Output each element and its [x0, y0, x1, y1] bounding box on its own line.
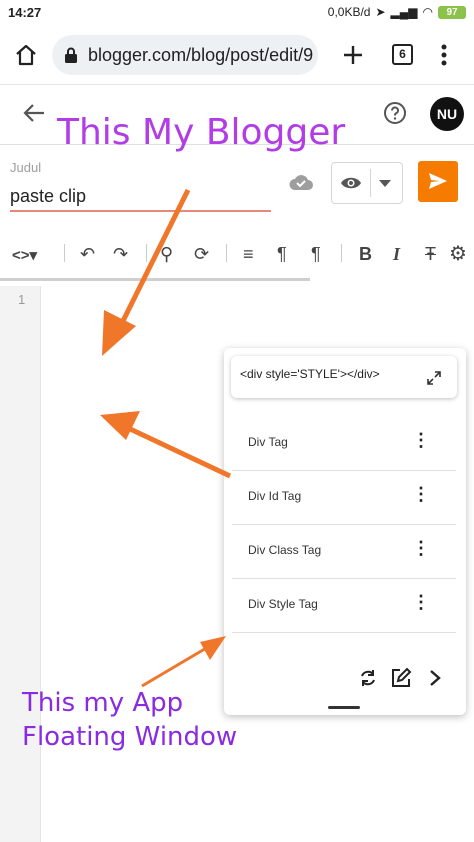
arrow-head — [102, 310, 136, 356]
overlay-caption-blogger: This My Blogger — [57, 112, 346, 153]
overlay-caption-app: This my App Floating Window — [22, 686, 237, 754]
arrow-head — [200, 636, 226, 660]
arrow-head — [100, 411, 140, 440]
overlay-caption-line: This my App — [22, 688, 184, 718]
overlay-caption-line: Floating Window — [22, 722, 238, 752]
